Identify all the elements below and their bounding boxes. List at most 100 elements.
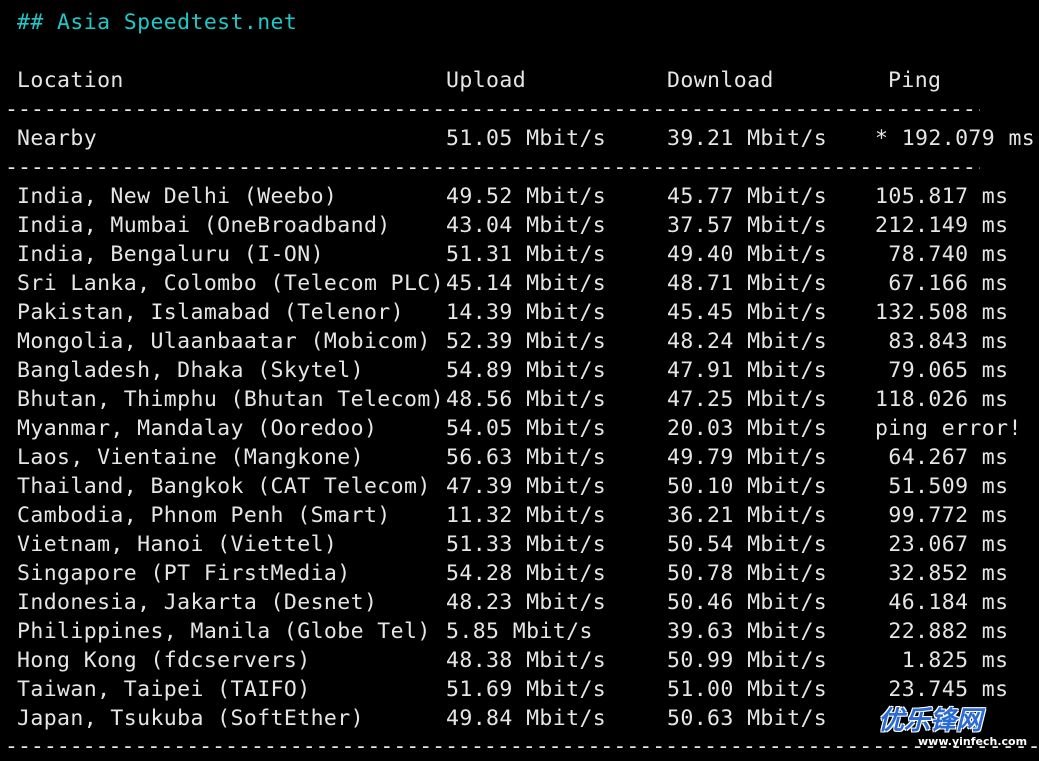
row-location: Indonesia, Jakarta (Desnet) xyxy=(17,590,378,615)
row-ping: 32.852 ms xyxy=(875,561,1009,586)
table-row: Indonesia, Jakarta (Desnet) 48.23 Mbit/s 5… xyxy=(0,588,1039,617)
row-upload: 54.28 Mbit/s xyxy=(446,561,607,586)
row-location: Pakistan, Islamabad (Telenor) xyxy=(17,300,404,325)
row-download: 39.63 Mbit/s xyxy=(667,619,828,644)
nearby-location: Nearby xyxy=(17,126,98,151)
row-ping: 99.772 ms xyxy=(875,503,1009,528)
table-row: India, Mumbai (OneBroadband) 43.04 Mbit/s… xyxy=(0,211,1039,240)
row-upload: 54.05 Mbit/s xyxy=(446,416,607,441)
row-ping: 22.882 ms xyxy=(875,619,1009,644)
row-download: 20.03 Mbit/s xyxy=(667,416,828,441)
terminal-window: ## Asia Speedtest.net Location Upload Do… xyxy=(0,0,1039,759)
row-ping: 51.509 ms xyxy=(875,474,1009,499)
row-location: Bangladesh, Dhaka (Skytel) xyxy=(17,358,364,383)
row-upload: 14.39 Mbit/s xyxy=(446,300,607,325)
table-row: Bhutan, Thimphu (Bhutan Telecom) 48.56 Mb… xyxy=(0,385,1039,414)
row-download: 36.21 Mbit/s xyxy=(667,503,828,528)
row-ping: 23.067 ms xyxy=(875,532,1009,557)
row-location: Cambodia, Phnom Penh (Smart) xyxy=(17,503,391,528)
watermark-url: www.yinfech.com xyxy=(918,735,1028,748)
row-download: 37.57 Mbit/s xyxy=(667,213,828,238)
row-download: 50.63 Mbit/s xyxy=(667,706,828,731)
watermark-text: 优乐锋网 xyxy=(878,706,983,736)
row-upload: 48.56 Mbit/s xyxy=(446,387,607,412)
row-upload: 51.33 Mbit/s xyxy=(446,532,607,557)
row-download: 50.99 Mbit/s xyxy=(667,648,828,673)
watermark-logo: 优乐锋网 www.yinfech.com xyxy=(878,706,1038,753)
row-ping: 132.508 ms xyxy=(875,300,1009,325)
table-row: Bangladesh, Dhaka (Skytel) 54.89 Mbit/s 47… xyxy=(0,356,1039,385)
row-location: Taiwan, Taipei (TAIFO) xyxy=(17,677,311,702)
row-download: 47.25 Mbit/s xyxy=(667,387,828,412)
row-upload: 5.85 Mbit/s xyxy=(446,619,593,644)
row-location: Laos, Vientaine (Mangkone) xyxy=(17,445,364,470)
table-row: Myanmar, Mandalay (Ooredoo) 54.05 Mbit/s 2… xyxy=(0,414,1039,443)
row-upload: 51.31 Mbit/s xyxy=(446,242,607,267)
row-download: 49.40 Mbit/s xyxy=(667,242,828,267)
row-upload: 47.39 Mbit/s xyxy=(446,474,607,499)
row-download: 51.00 Mbit/s xyxy=(667,677,828,702)
row-upload: 54.89 Mbit/s xyxy=(446,358,607,383)
nearby-upload: 51.05 Mbit/s xyxy=(446,126,607,151)
row-upload: 48.23 Mbit/s xyxy=(446,590,607,615)
row-download: 50.54 Mbit/s xyxy=(667,532,828,557)
row-location: India, Bengaluru (I-ON) xyxy=(17,242,324,267)
row-ping: 23.745 ms xyxy=(875,677,1009,702)
row-location: Myanmar, Mandalay (Ooredoo) xyxy=(17,416,378,441)
row-download: 50.78 Mbit/s xyxy=(667,561,828,586)
row-ping: 46.184 ms xyxy=(875,590,1009,615)
table-row: Sri Lanka, Colombo (Telecom PLC) 45.14 Mb… xyxy=(0,269,1039,298)
row-location: India, Mumbai (OneBroadband) xyxy=(17,213,391,238)
row-location: Bhutan, Thimphu (Bhutan Telecom) xyxy=(17,387,445,412)
row-upload: 48.38 Mbit/s xyxy=(446,648,607,673)
row-download: 48.71 Mbit/s xyxy=(667,271,828,296)
row-ping: 64.267 ms xyxy=(875,445,1009,470)
table-row: Hong Kong (fdcservers) 48.38 Mbit/s 50.99 … xyxy=(0,646,1039,675)
table-row: Pakistan, Islamabad (Telenor) 14.39 Mbit/… xyxy=(0,298,1039,327)
table-row: Mongolia, Ulaanbaatar (Mobicom) 52.39 Mbi… xyxy=(0,327,1039,356)
table-row: India, New Delhi (Weebo) 49.52 Mbit/s 45.7… xyxy=(0,182,1039,211)
nearby-ping: * 192.079 ms xyxy=(875,126,1036,151)
table-row: Cambodia, Phnom Penh (Smart) 11.32 Mbit/s… xyxy=(0,501,1039,530)
row-ping: 78.740 ms xyxy=(875,242,1009,267)
row-upload: 45.14 Mbit/s xyxy=(446,271,607,296)
row-download: 45.77 Mbit/s xyxy=(667,184,828,209)
divider: ----------------------------------------… xyxy=(5,97,980,122)
row-location: Vietnam, Hanoi (Viettel) xyxy=(17,532,338,557)
row-location: Singapore (PT FirstMedia) xyxy=(17,561,351,586)
row-ping: 105.817 ms xyxy=(875,184,1009,209)
row-upload: 51.69 Mbit/s xyxy=(446,677,607,702)
row-ping: ping error! xyxy=(875,416,1022,441)
table-row: Singapore (PT FirstMedia) 54.28 Mbit/s 50.… xyxy=(0,559,1039,588)
nearby-download: 39.21 Mbit/s xyxy=(667,126,828,151)
row-ping: 1.825 ms xyxy=(875,648,1009,673)
row-ping: 83.843 ms xyxy=(875,329,1009,354)
header-download: Download xyxy=(667,68,774,93)
table-row: Laos, Vientaine (Mangkone) 56.63 Mbit/s 49… xyxy=(0,443,1039,472)
row-location: Japan, Tsukuba (SoftEther) xyxy=(17,706,364,731)
table-row: Thailand, Bangkok (CAT Telecom) 47.39 Mbi… xyxy=(0,472,1039,501)
row-ping: 67.166 ms xyxy=(875,271,1009,296)
row-upload: 43.04 Mbit/s xyxy=(446,213,607,238)
row-download: 48.24 Mbit/s xyxy=(667,329,828,354)
table-row: Philippines, Manila (Globe Tel) 5.85 Mbit… xyxy=(0,617,1039,646)
table-row: India, Bengaluru (I-ON) 51.31 Mbit/s 49.40… xyxy=(0,240,1039,269)
table-row: Vietnam, Hanoi (Viettel) 51.33 Mbit/s 50.5… xyxy=(0,530,1039,559)
row-download: 50.46 Mbit/s xyxy=(667,590,828,615)
row-upload: 52.39 Mbit/s xyxy=(446,329,607,354)
row-location: Philippines, Manila (Globe Tel) xyxy=(17,619,431,644)
row-upload: 49.52 Mbit/s xyxy=(446,184,607,209)
row-location: Hong Kong (fdcservers) xyxy=(17,648,311,673)
row-location: Sri Lanka, Colombo (Telecom PLC) xyxy=(17,271,445,296)
table-row: Taiwan, Taipei (TAIFO) 51.69 Mbit/s 51.00 … xyxy=(0,675,1039,704)
table-header: Location Upload Download Ping xyxy=(0,66,1039,95)
divider: ----------------------------------------… xyxy=(5,155,980,180)
header-location: Location xyxy=(17,68,124,93)
row-upload: 56.63 Mbit/s xyxy=(446,445,607,470)
row-download: 49.79 Mbit/s xyxy=(667,445,828,470)
nearby-row: Nearby 51.05 Mbit/s 39.21 Mbit/s * 192.0… xyxy=(0,124,1039,153)
row-download: 50.10 Mbit/s xyxy=(667,474,828,499)
row-location: Mongolia, Ulaanbaatar (Mobicom) xyxy=(17,329,431,354)
row-upload: 49.84 Mbit/s xyxy=(446,706,607,731)
header-ping: Ping xyxy=(888,68,942,93)
